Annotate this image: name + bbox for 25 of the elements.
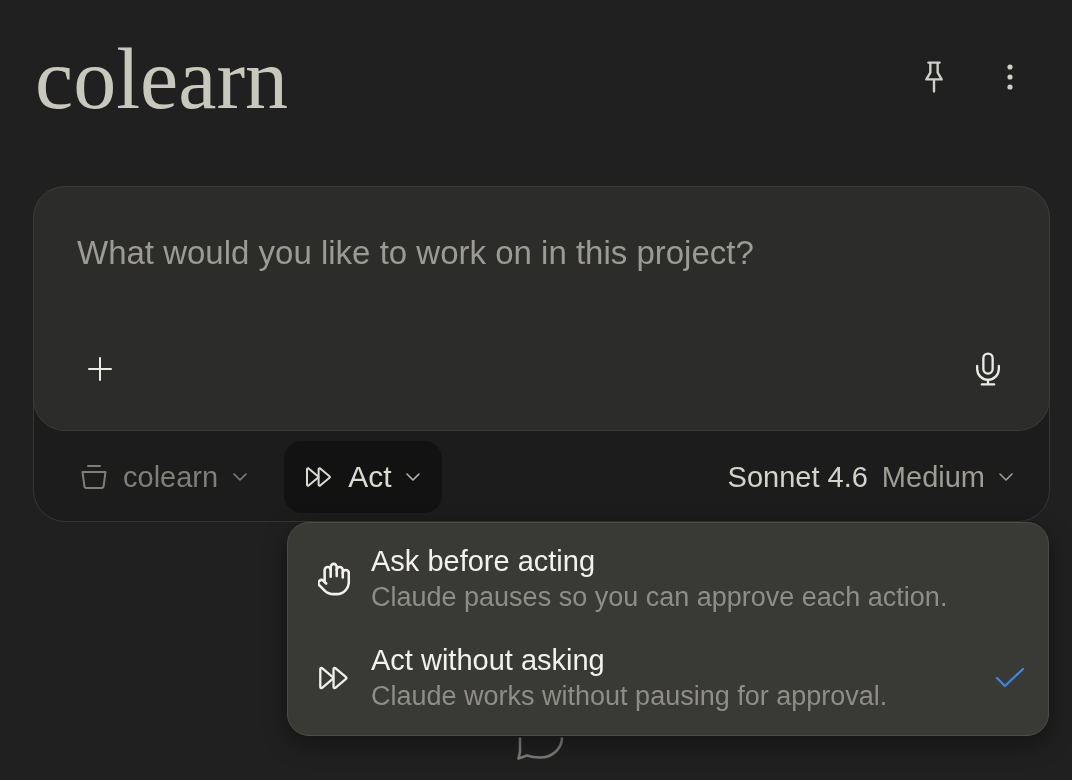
- menu-option[interactable]: Ask before acting Claude pauses so you can approve each action.: [296, 531, 1040, 627]
- mode-button[interactable]: Act: [284, 441, 443, 513]
- plus-icon: [88, 357, 112, 381]
- microphone-icon: [975, 352, 1001, 386]
- effort-level: Medium: [881, 460, 985, 495]
- tray-icon: [80, 463, 108, 491]
- hand-icon: [318, 562, 350, 596]
- option-description: Claude pauses so you can approve each action.: [371, 581, 948, 614]
- pin-icon: [923, 61, 945, 93]
- fast-forward-icon: [318, 664, 350, 692]
- model-name: Sonnet 4.6: [727, 460, 868, 495]
- chevron-down-icon: [233, 473, 248, 481]
- chevron-down-icon: [406, 473, 421, 481]
- menu-option[interactable]: Act without asking Claude works without pausing for approval.: [296, 630, 1040, 726]
- model-selector[interactable]: Sonnet 4.6 Medium: [727, 459, 1013, 495]
- message-field[interactable]: What would you like to work on in this project?: [77, 232, 1006, 274]
- project-selector[interactable]: colearn: [80, 459, 248, 495]
- more-icon: [1007, 64, 1013, 90]
- fast-forward-icon: [305, 465, 334, 489]
- option-description: Claude works without pausing for approval.: [371, 680, 888, 713]
- option-title: Ask before acting: [371, 544, 596, 579]
- project-title: colearn: [35, 36, 289, 122]
- speech-bubble-icon: [516, 737, 564, 760]
- chevron-down-icon: [999, 473, 1013, 481]
- option-title: Act without asking: [371, 643, 605, 678]
